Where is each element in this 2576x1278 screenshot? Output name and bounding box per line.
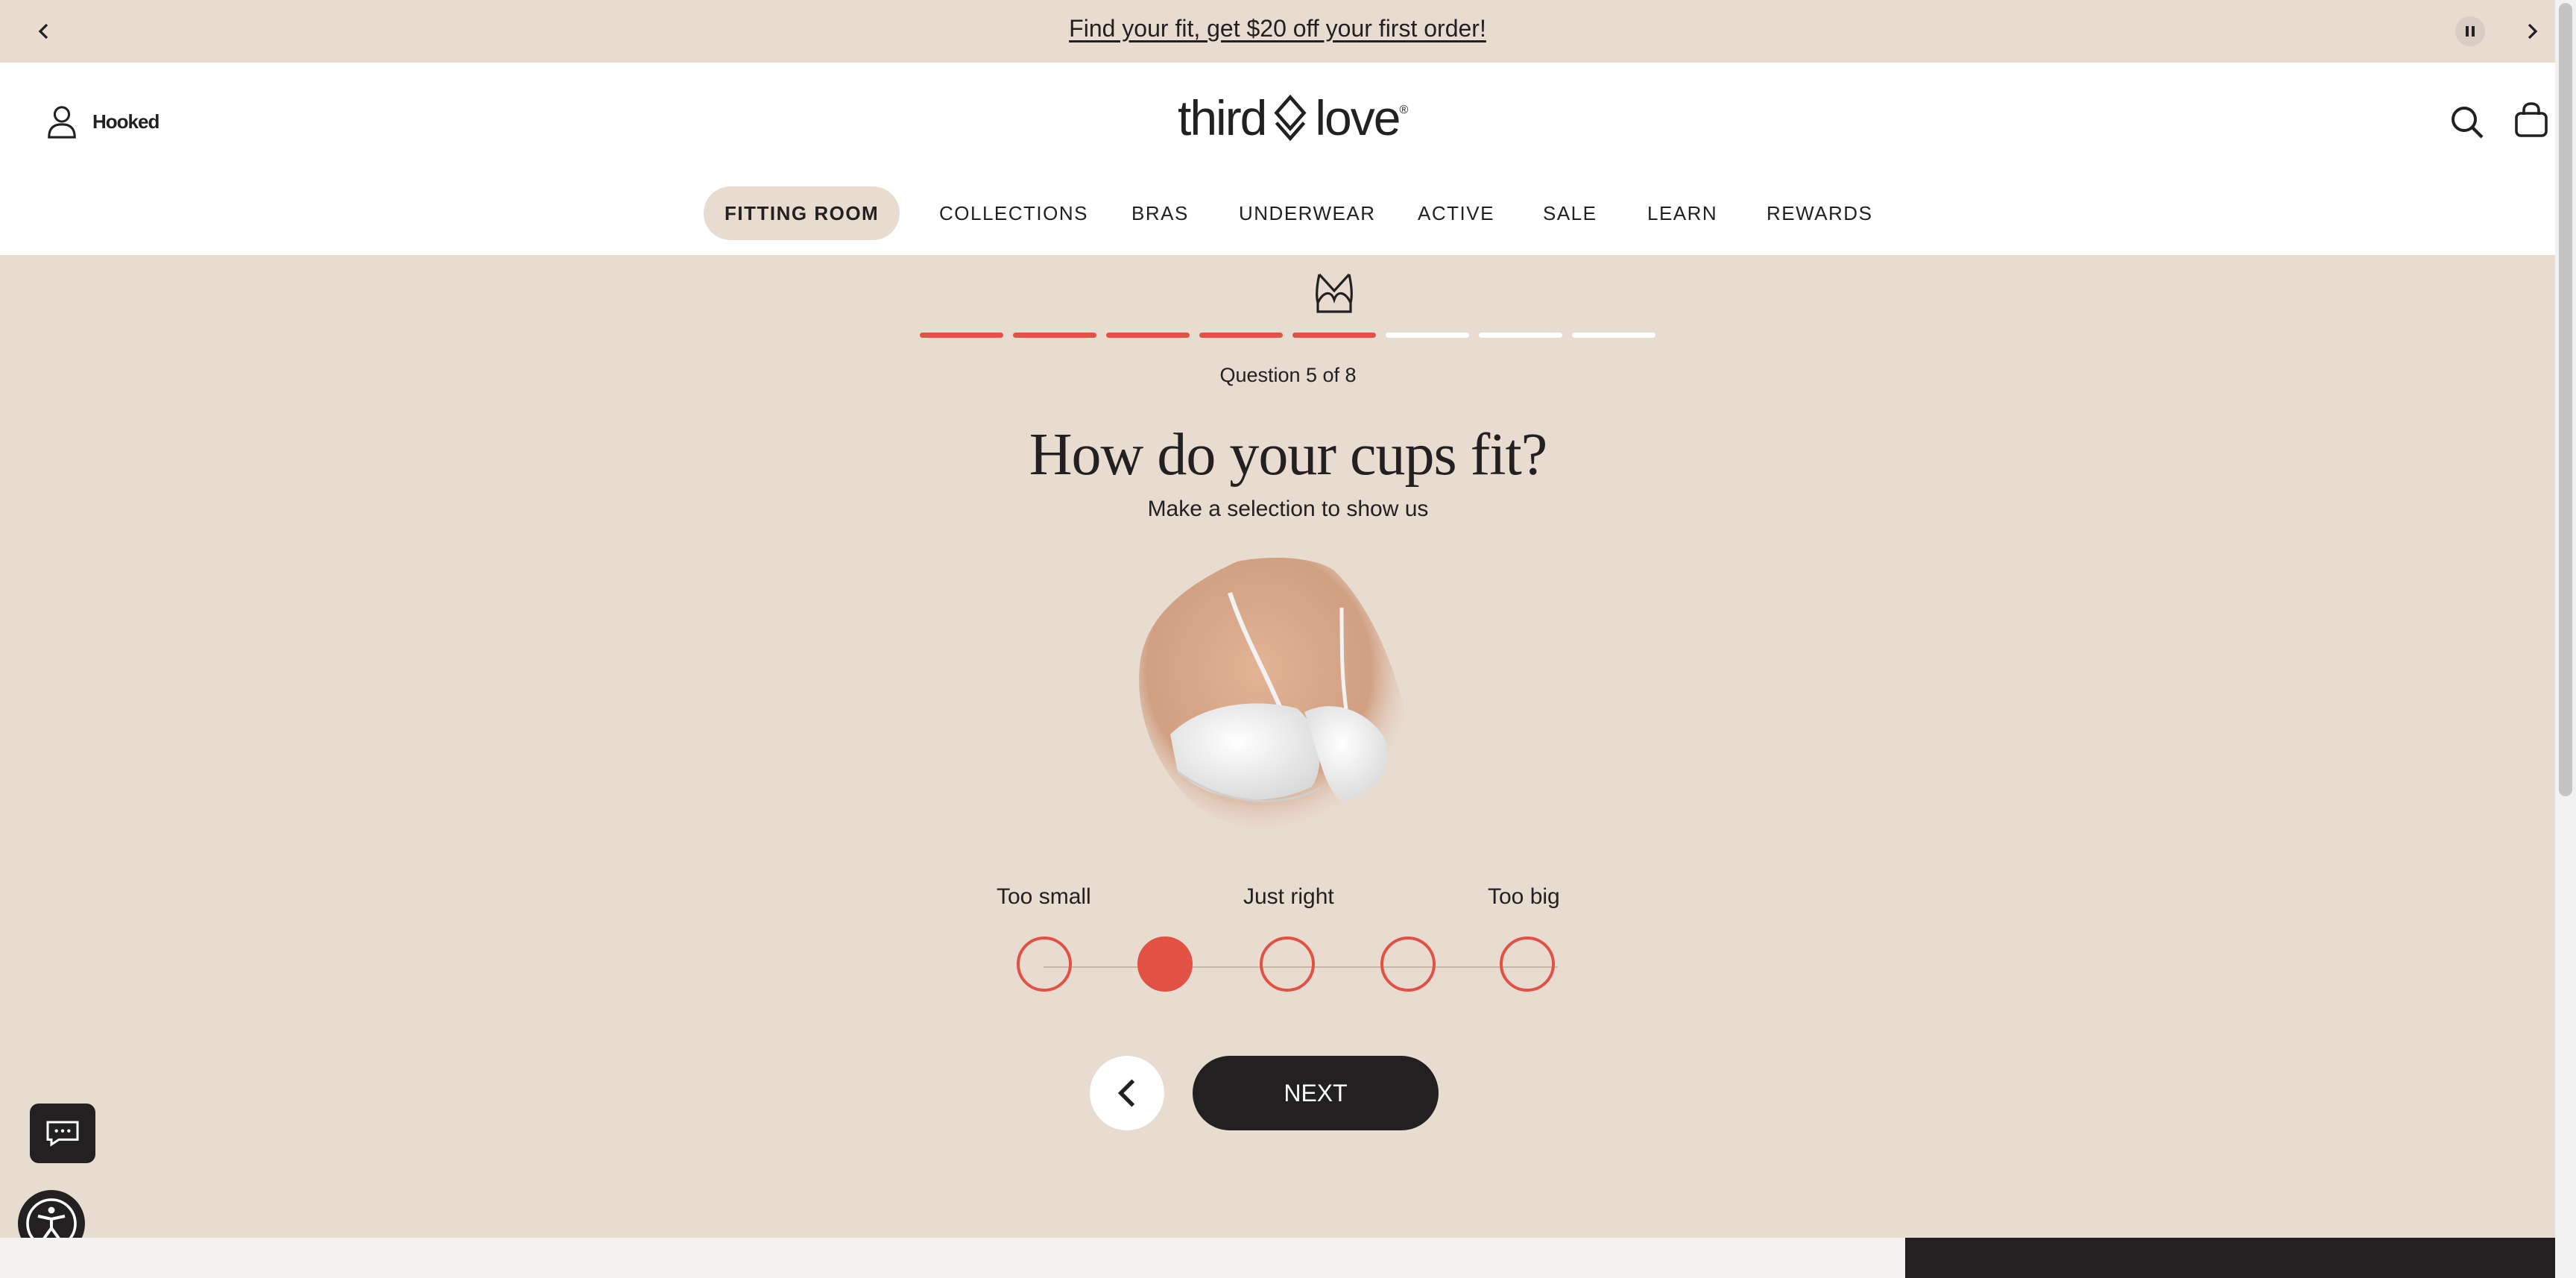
user-icon	[48, 106, 76, 139]
scale-label-just-right: Just right	[1243, 884, 1334, 909]
progress-segment	[1386, 333, 1469, 338]
question-counter: Question 5 of 8	[1219, 364, 1357, 386]
chevron-left-icon	[1117, 1079, 1135, 1107]
nav-item-fitting-room[interactable]: FITTING ROOM	[704, 186, 900, 240]
bra-icon	[1316, 273, 1353, 313]
fit-option-4[interactable]	[1380, 937, 1436, 992]
account-link[interactable]: Hooked	[45, 103, 160, 140]
nav-item-sale[interactable]: SALE	[1543, 186, 1597, 240]
site-header: Hooked third love ® FITTING ROOM COLLECT…	[0, 63, 2555, 255]
scale-label-too-small: Too small	[997, 884, 1091, 909]
footer-region	[0, 1238, 1905, 1278]
progress-segment	[1013, 333, 1096, 338]
pause-icon	[2466, 26, 2469, 37]
fit-option-3[interactable]	[1260, 937, 1315, 992]
nav-item-active[interactable]: ACTIVE	[1418, 186, 1494, 240]
fit-option-1[interactable]	[1017, 937, 1072, 992]
progress-segment	[1572, 333, 1655, 338]
logo-word-third: third	[1178, 90, 1267, 145]
logo-registered-mark: ®	[1399, 104, 1408, 116]
scale-label-too-big: Too big	[1488, 884, 1560, 909]
footer-dark-region	[1905, 1238, 2555, 1278]
logo-mark-icon	[1274, 94, 1307, 142]
progress-segment	[1292, 333, 1376, 338]
nav-item-underwear[interactable]: UNDERWEAR	[1239, 186, 1375, 240]
promo-link[interactable]: Find your fit, get $20 off your first or…	[0, 15, 2555, 43]
scrollbar-thumb[interactable]	[2559, 3, 2572, 796]
question-heading: How do your cups fit?	[1029, 422, 1547, 488]
logo-word-love: love	[1315, 90, 1401, 145]
thirdlove-logo[interactable]: third love ®	[1178, 88, 1408, 148]
chevron-right-icon	[2528, 23, 2538, 40]
progress-segment	[920, 333, 1003, 338]
nav-item-learn[interactable]: LEARN	[1647, 186, 1717, 240]
main-nav: FITTING ROOM COLLECTIONS BRAS UNDERWEAR …	[0, 186, 2555, 240]
promo-pause-button[interactable]	[2455, 16, 2485, 46]
chat-button[interactable]	[30, 1104, 95, 1163]
search-icon[interactable]	[2449, 104, 2485, 140]
back-button[interactable]	[1090, 1056, 1164, 1130]
promo-next-button[interactable]	[2518, 18, 2545, 45]
fit-option-2[interactable]	[1137, 937, 1193, 992]
question-subheading: Make a selection to show us	[1147, 497, 1429, 521]
nav-item-bras[interactable]: BRAS	[1131, 186, 1189, 240]
chat-icon	[46, 1121, 79, 1147]
nav-item-rewards[interactable]: REWARDS	[1767, 186, 1872, 240]
fit-scale-labels: Too small Just right Too big	[0, 884, 2576, 914]
nav-item-collections[interactable]: COLLECTIONS	[939, 186, 1088, 240]
quiz-progress-bar	[920, 333, 1658, 339]
account-label: Hooked	[92, 110, 160, 133]
shopping-bag-icon[interactable]	[2513, 101, 2549, 139]
bra-fit-illustration	[1139, 558, 1406, 837]
progress-segment	[1479, 333, 1562, 338]
fit-option-5[interactable]	[1500, 937, 1555, 992]
progress-segment	[1199, 333, 1283, 338]
progress-segment	[1106, 333, 1190, 338]
next-button[interactable]: NEXT	[1193, 1056, 1439, 1130]
promo-banner: Find your fit, get $20 off your first or…	[0, 0, 2555, 63]
